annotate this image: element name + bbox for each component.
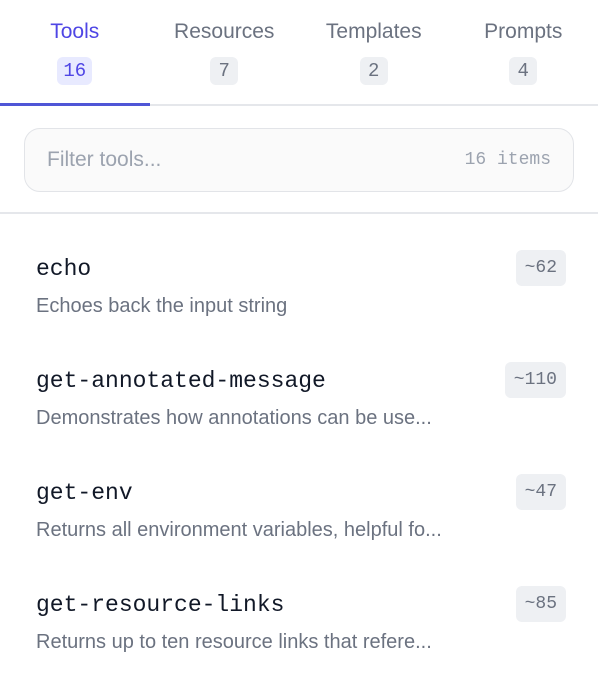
tab-resources-label: Resources — [174, 19, 274, 45]
token-count-badge: ~85 — [516, 586, 566, 622]
filter-box: 16 items — [24, 128, 574, 192]
list-item-get-env[interactable]: get-env ~47 Returns all environment vari… — [0, 460, 598, 572]
tool-name: get-env — [36, 478, 133, 508]
tab-tools-label: Tools — [50, 19, 99, 45]
list-item-get-resource-links[interactable]: get-resource-links ~85 Returns up to ten… — [0, 572, 598, 684]
tab-templates-label: Templates — [326, 19, 422, 45]
token-count-badge: ~110 — [505, 362, 566, 398]
tab-resources-count-badge: 7 — [210, 57, 238, 85]
tab-prompts-label: Prompts — [484, 19, 562, 45]
tab-prompts-count-badge: 4 — [509, 57, 537, 85]
tab-templates[interactable]: Templates 2 — [299, 0, 449, 104]
tab-tools[interactable]: Tools 16 — [0, 0, 150, 104]
tool-name: echo — [36, 254, 91, 284]
tool-description: Returns up to ten resource links that re… — [36, 629, 481, 655]
token-count-badge: ~47 — [516, 474, 566, 510]
tab-resources[interactable]: Resources 7 — [150, 0, 300, 104]
tool-name: get-resource-links — [36, 590, 284, 620]
tab-templates-count-badge: 2 — [360, 57, 388, 85]
tool-description: Demonstrates how annotations can be use.… — [36, 405, 481, 431]
filter-section: 16 items — [0, 106, 598, 214]
filter-item-count: 16 items — [465, 150, 551, 170]
tool-description: Echoes back the input string — [36, 293, 481, 319]
list-item-get-annotated-message[interactable]: get-annotated-message ~110 Demonstrates … — [0, 348, 598, 460]
tool-name: get-annotated-message — [36, 366, 326, 396]
tool-description: Returns all environment variables, helpf… — [36, 517, 481, 543]
tab-prompts[interactable]: Prompts 4 — [449, 0, 598, 104]
list-item-echo[interactable]: echo ~62 Echoes back the input string — [0, 236, 598, 348]
token-count-badge: ~62 — [516, 250, 566, 286]
tab-tools-count-badge: 16 — [57, 57, 92, 85]
tab-bar: Tools 16 Resources 7 Templates 2 Prompts… — [0, 0, 598, 106]
tool-list: echo ~62 Echoes back the input string ge… — [0, 214, 598, 684]
filter-tools-input[interactable] — [47, 148, 465, 172]
